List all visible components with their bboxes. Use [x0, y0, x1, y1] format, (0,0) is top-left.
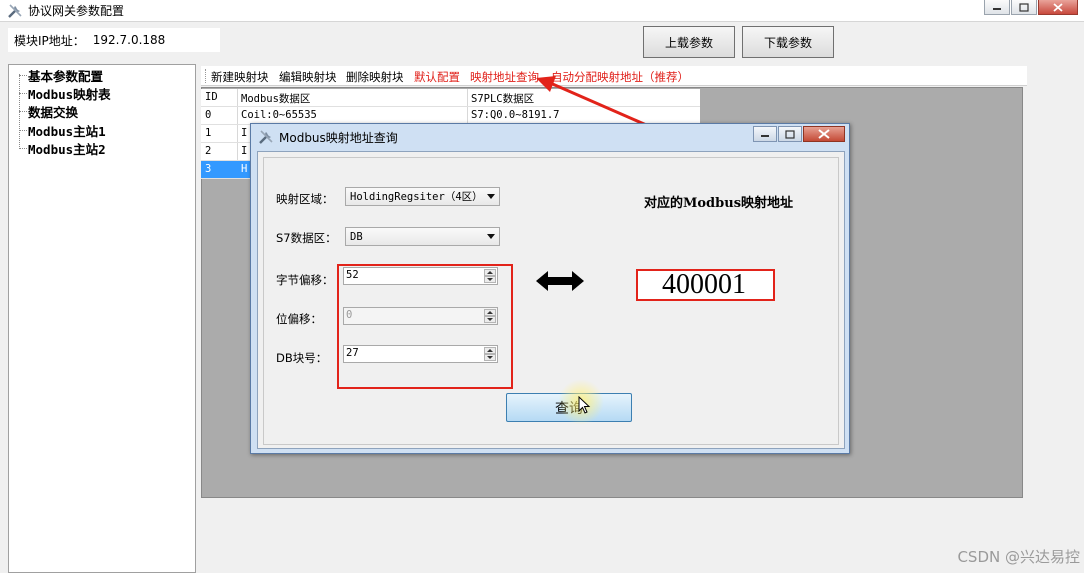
ip-address-bar: 模块IP地址： 192.7.0.188	[8, 28, 220, 52]
stepper-down-icon[interactable]	[484, 276, 496, 283]
dialog-maximize-button[interactable]	[778, 126, 802, 142]
query-button[interactable]: 查询	[506, 393, 632, 422]
byte-offset-stepper[interactable]: 52	[343, 267, 498, 285]
dialog-minimize-button[interactable]	[753, 126, 777, 142]
result-title: 对应的Modbus映射地址	[644, 196, 794, 211]
bit-offset-label: 位偏移：	[276, 312, 322, 326]
s7-area-select[interactable]: DB	[345, 227, 500, 246]
minimize-icon	[993, 8, 1001, 10]
db-number-stepper[interactable]: 27	[343, 345, 498, 363]
toolbar-default-config[interactable]: 默认配置	[414, 69, 460, 85]
s7-area-label: S7数据区：	[276, 231, 337, 245]
stepper-down-icon[interactable]	[484, 354, 496, 361]
tools-icon	[6, 2, 24, 20]
stepper-down-icon	[484, 316, 496, 323]
window-controls	[984, 0, 1078, 15]
toolbar-new-block[interactable]: 新建映射块	[211, 69, 269, 85]
ip-address-label: 模块IP地址：	[14, 33, 85, 48]
dialog-close-button[interactable]	[803, 126, 845, 142]
toolbar-edit-block[interactable]: 编辑映射块	[279, 69, 337, 85]
minimize-button[interactable]	[984, 0, 1010, 15]
close-button[interactable]	[1038, 0, 1078, 15]
maximize-icon	[785, 129, 795, 139]
toolbar-delete-block[interactable]: 删除映射块	[346, 69, 404, 85]
grid-header-modbus: Modbus数据区	[241, 93, 311, 105]
toolbar-address-query[interactable]: 映射地址查询	[470, 69, 539, 85]
window-title: 协议网关参数配置	[28, 4, 125, 18]
stepper-up-icon	[484, 309, 496, 316]
toolbar-auto-assign[interactable]: 自动分配映射地址（推荐）	[551, 69, 689, 85]
close-icon	[1053, 2, 1063, 12]
address-query-dialog: Modbus映射地址查询 映射区域： HoldingRegsiter（4区） S…	[250, 123, 850, 454]
area-select[interactable]: HoldingRegsiter（4区）	[345, 187, 500, 206]
tools-icon	[257, 128, 275, 146]
byte-offset-label: 字节偏移：	[276, 273, 334, 287]
dialog-body: 映射区域： HoldingRegsiter（4区） S7数据区： DB 字节偏移…	[257, 151, 845, 449]
window-titlebar: 协议网关参数配置	[0, 0, 1084, 22]
dialog-controls	[753, 126, 845, 142]
dialog-titlebar: Modbus映射地址查询	[251, 124, 849, 150]
bit-offset-stepper: 0	[343, 307, 498, 325]
db-number-label: DB块号：	[276, 351, 328, 365]
upload-params-button[interactable]: 上载参数	[643, 26, 735, 58]
maximize-button[interactable]	[1011, 0, 1037, 15]
chevron-down-icon	[487, 194, 495, 199]
dialog-group-box: 映射区域： HoldingRegsiter（4区） S7数据区： DB 字节偏移…	[263, 157, 839, 445]
download-params-button[interactable]: 下载参数	[742, 26, 834, 58]
map-toolbar: 新建映射块 编辑映射块 删除映射块 默认配置 映射地址查询 自动分配映射地址（推…	[201, 66, 1027, 86]
grid-header-row: ID Modbus数据区 S7PLC数据区	[201, 89, 700, 107]
dialog-title: Modbus映射地址查询	[279, 130, 398, 145]
chevron-down-icon	[487, 234, 495, 239]
result-value: 400001	[636, 269, 775, 301]
minimize-icon	[761, 135, 769, 137]
stepper-up-icon[interactable]	[484, 347, 496, 354]
maximize-icon	[1019, 2, 1029, 12]
double-arrow-icon	[536, 271, 584, 291]
ip-address-value: 192.7.0.188	[92, 33, 166, 47]
grid-header-id: ID	[205, 91, 218, 103]
close-icon	[818, 129, 830, 139]
stepper-up-icon[interactable]	[484, 269, 496, 276]
config-tree: 基本参数配置 Modbus映射表 数据交换 Modbus主站1 Modbus主站…	[8, 64, 196, 573]
grid-header-s7: S7PLC数据区	[471, 93, 535, 105]
area-label: 映射区域：	[276, 192, 334, 206]
watermark: CSDN @兴达易控	[957, 548, 1080, 566]
